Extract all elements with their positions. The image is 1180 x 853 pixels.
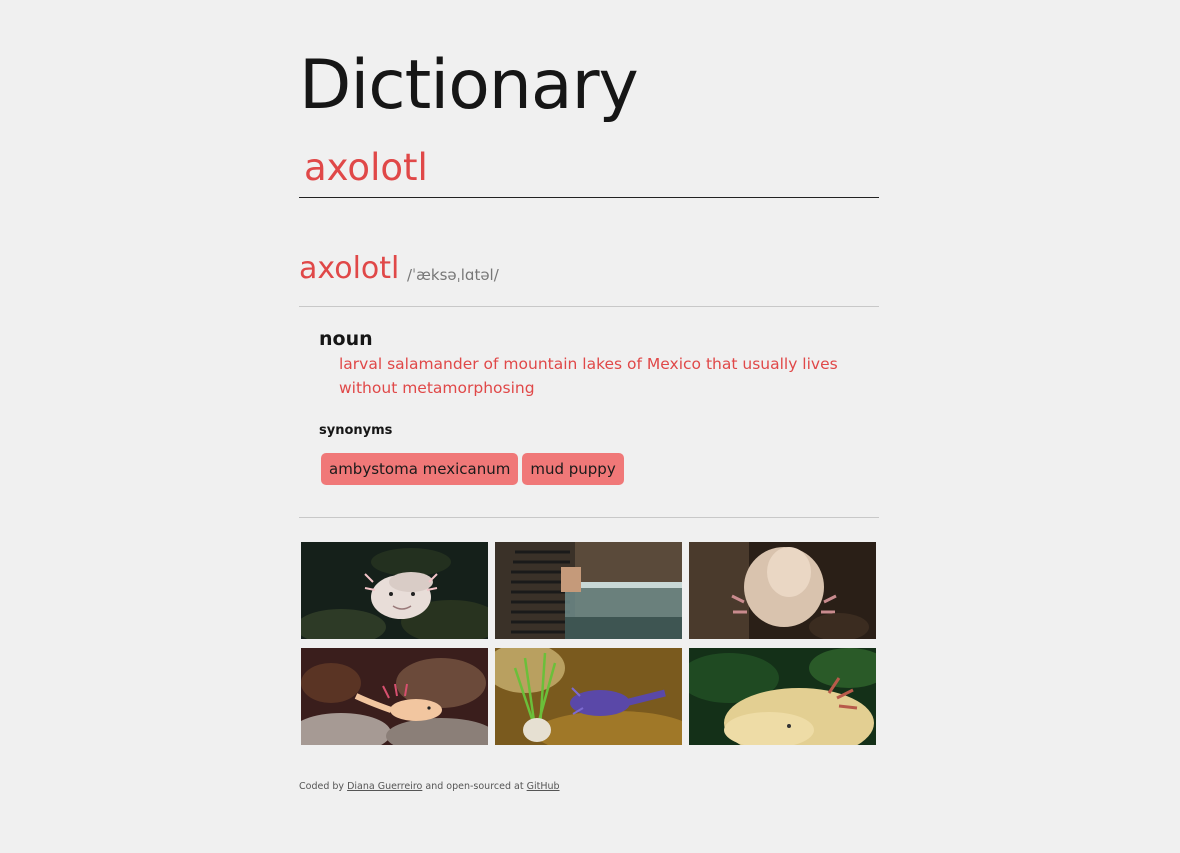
section-divider [299, 517, 879, 518]
footer: Coded by Diana Guerreiro and open-source… [299, 781, 560, 792]
synonyms-list: ambystoma mexicanum mud puppy [321, 453, 624, 485]
search-form [299, 140, 879, 198]
search-input[interactable] [304, 140, 864, 194]
axolotl-photo[interactable] [495, 648, 682, 745]
definition-text: larval salamander of mountain lakes of M… [339, 355, 838, 397]
synonyms-label: synonyms [319, 423, 393, 438]
axolotl-photo[interactable] [495, 542, 682, 639]
synonym-chip[interactable]: ambystoma mexicanum [321, 453, 519, 485]
entry-word: axolotl [299, 251, 400, 286]
part-of-speech: noun [319, 328, 373, 350]
footer-prefix: Coded by [299, 781, 345, 792]
author-link[interactable]: Diana Guerreiro [347, 781, 422, 792]
axolotl-photo[interactable] [689, 542, 876, 639]
axolotl-photo[interactable] [689, 648, 876, 745]
section-divider [299, 306, 879, 307]
github-link[interactable]: GitHub [527, 781, 560, 792]
axolotl-photo[interactable] [301, 542, 488, 639]
synonym-chip[interactable]: mud puppy [522, 453, 624, 485]
entry-phonetic: /ˈæksəˌlɑtəl/ [407, 266, 499, 284]
photo-gallery [301, 542, 877, 745]
app-title: Dictionary [299, 46, 639, 125]
footer-middle: and open-sourced at [425, 781, 524, 792]
axolotl-photo[interactable] [301, 648, 488, 745]
